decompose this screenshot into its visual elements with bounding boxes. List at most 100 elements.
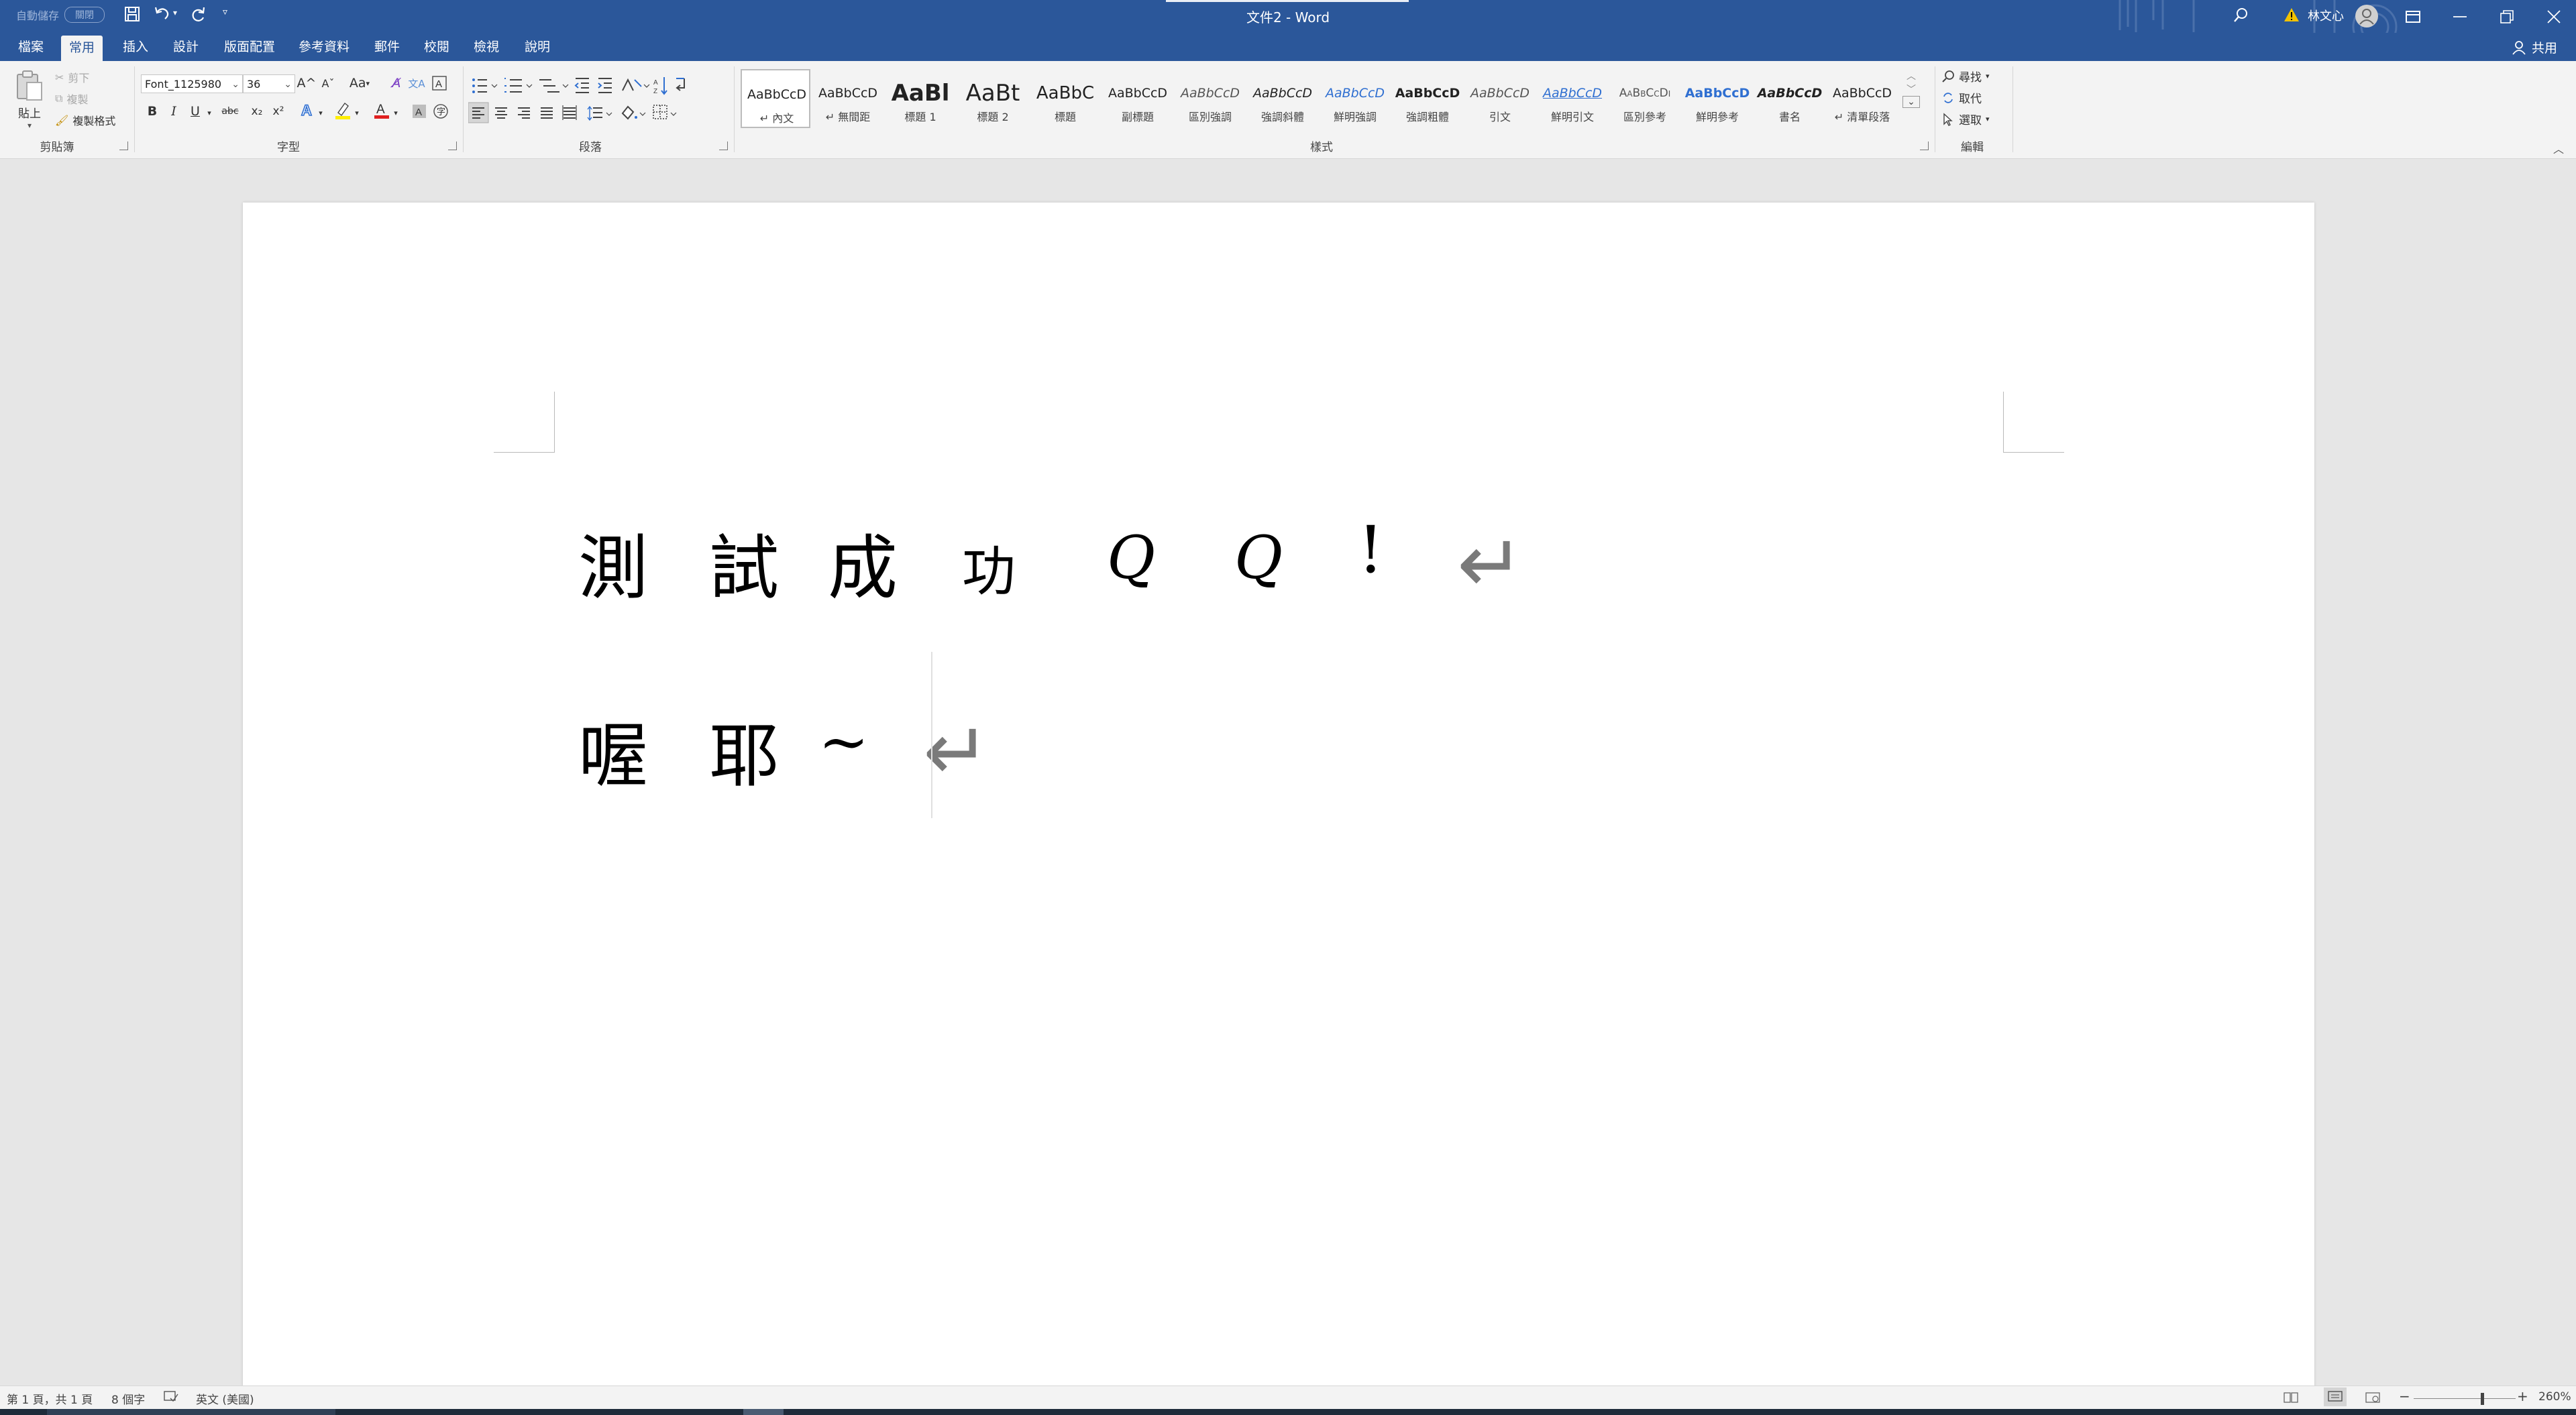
tab-view[interactable]: 檢視 bbox=[466, 33, 507, 61]
style-book-title[interactable]: AaBbCcD 書名 bbox=[1755, 69, 1825, 128]
clear-formatting-button[interactable]: A̸ bbox=[386, 73, 407, 93]
character-shading-button[interactable]: A bbox=[409, 101, 429, 121]
text-effects-dropdown-icon[interactable]: ▾ bbox=[315, 103, 326, 123]
style-normal[interactable]: AaBbCcD ↵ 內文 bbox=[741, 69, 810, 128]
document-page[interactable]: 測 試 成 功 Q Q ! ↵ 喔 耶 ~ ↵ bbox=[243, 203, 2314, 1390]
warning-icon[interactable] bbox=[2284, 7, 2300, 25]
search-icon[interactable] bbox=[2233, 7, 2250, 27]
shrink-font-button[interactable]: Aˇ bbox=[318, 73, 338, 93]
tab-mailings[interactable]: 郵件 bbox=[366, 33, 408, 61]
highlight-button[interactable] bbox=[333, 100, 353, 120]
style-title[interactable]: AaBbC 標題 bbox=[1030, 69, 1100, 128]
bullets-icon bbox=[472, 78, 487, 93]
font-name-combo[interactable]: Font_1125980 ⌄ bbox=[141, 74, 243, 93]
paragraph-launcher-icon[interactable] bbox=[719, 142, 728, 150]
tab-references[interactable]: 參考資料 bbox=[290, 33, 358, 61]
underline-button[interactable]: U bbox=[185, 101, 205, 121]
italic-button[interactable]: I bbox=[164, 101, 184, 121]
style-intense-reference[interactable]: AaBbCcD 鮮明參考 bbox=[1682, 69, 1752, 128]
enclose-characters-icon: 字 bbox=[433, 104, 448, 119]
read-mode-icon[interactable] bbox=[2284, 1392, 2298, 1407]
collapse-ribbon-icon[interactable]: ︿ bbox=[2553, 140, 2564, 156]
style-list-paragraph[interactable]: AaBbCcD ↵ 清單段落 bbox=[1827, 69, 1897, 128]
avatar[interactable] bbox=[2355, 4, 2379, 31]
chevron-up-icon[interactable]: ︿ bbox=[1902, 69, 1920, 82]
bold-button[interactable]: B bbox=[142, 101, 162, 121]
copy-button[interactable]: ⧉ 複製 bbox=[55, 91, 88, 107]
format-painter-button[interactable]: 🖌 複製格式 bbox=[55, 112, 115, 128]
select-button[interactable]: 選取 ▾ bbox=[1941, 111, 1990, 127]
paste-button[interactable]: 貼上 ▾ bbox=[13, 69, 46, 130]
enclose-characters-button[interactable]: 字 bbox=[431, 101, 451, 121]
style-subtle-reference[interactable]: AaBbCcDı 區別參考 bbox=[1610, 69, 1680, 128]
decrease-indent-icon bbox=[574, 78, 589, 93]
paragraph-mark: ↵ bbox=[923, 705, 991, 799]
ribbon-display-options-icon[interactable] bbox=[2390, 0, 2436, 33]
style-heading-1[interactable]: AaBl 標題 1 bbox=[885, 69, 955, 128]
underline-icon: U bbox=[191, 104, 200, 119]
zoom-slider-thumb[interactable] bbox=[2481, 1393, 2484, 1405]
find-button[interactable]: 尋找 ▾ bbox=[1941, 68, 1990, 84]
font-color-dropdown-icon[interactable]: ▾ bbox=[390, 103, 401, 123]
style-intense-emphasis[interactable]: AaBbCcD 鮮明強調 bbox=[1320, 69, 1390, 128]
cut-button[interactable]: ✂ 剪下 bbox=[55, 69, 89, 85]
close-icon[interactable] bbox=[2530, 0, 2576, 33]
styles-launcher-icon[interactable] bbox=[1920, 142, 1929, 150]
style-quote[interactable]: AaBbCcD 引文 bbox=[1465, 69, 1535, 128]
language-indicator[interactable]: 英文 (美國) bbox=[196, 1390, 254, 1407]
tab-review[interactable]: 校閱 bbox=[416, 33, 458, 61]
font-size-combo[interactable]: 36 ⌄ bbox=[243, 74, 295, 93]
share-button[interactable]: 共用 bbox=[2512, 38, 2557, 56]
clipboard-launcher-icon[interactable] bbox=[119, 142, 128, 150]
tab-home[interactable]: 常用 bbox=[61, 36, 103, 61]
paste-dropdown-icon[interactable]: ▾ bbox=[13, 121, 46, 130]
font-launcher-icon[interactable] bbox=[448, 142, 457, 150]
grow-font-button[interactable]: A^ bbox=[297, 73, 317, 93]
tab-file[interactable]: 檔案 bbox=[10, 33, 52, 61]
doc-char: Q bbox=[1234, 523, 1283, 592]
italic-icon: I bbox=[171, 104, 176, 119]
highlight-dropdown-icon[interactable]: ▾ bbox=[352, 103, 362, 123]
styles-gallery-scroll[interactable]: ︿ ﹀ ⌄ bbox=[1902, 69, 1920, 129]
gallery-more-icon[interactable]: ⌄ bbox=[1902, 96, 1920, 108]
style-subtle-emphasis[interactable]: AaBbCcD 區別強調 bbox=[1175, 69, 1245, 128]
proofing-icon[interactable] bbox=[164, 1390, 178, 1406]
change-case-button[interactable]: Aa ▾ bbox=[345, 73, 374, 93]
align-left-selected bbox=[468, 102, 489, 123]
zoom-slider-track[interactable] bbox=[2414, 1398, 2516, 1399]
zoom-in-button[interactable]: + bbox=[2517, 1388, 2528, 1404]
find-dropdown-icon[interactable]: ▾ bbox=[1986, 72, 1990, 80]
style-subtitle[interactable]: AaBbCcD 副標題 bbox=[1103, 69, 1173, 128]
underline-dropdown-icon[interactable]: ▾ bbox=[204, 103, 215, 123]
style-no-spacing[interactable]: AaBbCcD ↵ 無間距 bbox=[813, 69, 883, 128]
superscript-button[interactable]: x² bbox=[268, 101, 288, 121]
tab-insert[interactable]: 插入 bbox=[115, 33, 156, 61]
style-strong[interactable]: AaBbCcD 強調粗體 bbox=[1393, 69, 1462, 128]
status-bar: 第 1 頁，共 1 頁 8 個字 英文 (美國) − + 260% bbox=[0, 1385, 2576, 1410]
style-intense-quote[interactable]: AaBbCcD 鮮明引文 bbox=[1538, 69, 1607, 128]
print-layout-icon[interactable] bbox=[2324, 1388, 2347, 1406]
style-heading-2[interactable]: AaBt 標題 2 bbox=[958, 69, 1028, 128]
page-count[interactable]: 第 1 頁，共 1 頁 bbox=[7, 1390, 93, 1407]
ribbon-tab-row: 檔案 常用 插入 設計 版面配置 參考資料 郵件 校閱 檢視 說明 共用 bbox=[0, 33, 2576, 61]
font-color-button[interactable]: A bbox=[372, 100, 392, 120]
web-layout-icon[interactable] bbox=[2365, 1392, 2380, 1407]
zoom-level[interactable]: 260% bbox=[2538, 1390, 2571, 1404]
user-name[interactable]: 林文心 bbox=[2308, 7, 2344, 24]
grow-font-icon: A^ bbox=[297, 76, 317, 91]
tab-layout[interactable]: 版面配置 bbox=[216, 33, 283, 61]
strikethrough-button[interactable]: abc bbox=[220, 101, 240, 121]
character-border-button[interactable]: A bbox=[429, 73, 449, 93]
chevron-down-icon[interactable]: ﹀ bbox=[1902, 82, 1920, 96]
replace-button[interactable]: 取代 bbox=[1941, 89, 1982, 106]
subscript-button[interactable]: x₂ bbox=[247, 101, 267, 121]
phonetic-guide-button[interactable]: 文A bbox=[407, 73, 427, 93]
restore-icon[interactable] bbox=[2483, 0, 2530, 33]
zoom-out-button[interactable]: − bbox=[2399, 1388, 2410, 1404]
select-dropdown-icon[interactable]: ▾ bbox=[1986, 115, 1990, 123]
word-count[interactable]: 8 個字 bbox=[111, 1390, 145, 1407]
tab-help[interactable]: 說明 bbox=[517, 33, 558, 61]
minimize-icon[interactable] bbox=[2436, 0, 2483, 33]
tab-design[interactable]: 設計 bbox=[165, 33, 207, 61]
style-emphasis[interactable]: AaBbCcD 強調斜體 bbox=[1248, 69, 1318, 128]
